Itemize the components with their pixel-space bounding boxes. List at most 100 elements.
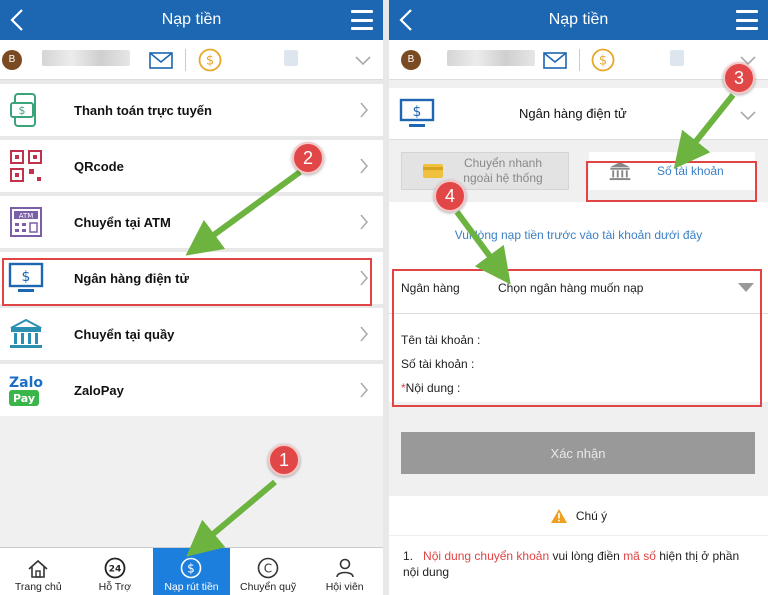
page-title: Nạp tiền: [548, 11, 609, 28]
chevron-right-icon: [360, 214, 368, 230]
transfer-fund-icon: C: [257, 557, 279, 579]
hamburger-menu-icon[interactable]: [736, 10, 758, 30]
menu-item-label: Ngân hàng điện tử: [74, 270, 189, 286]
user-bar: B $: [0, 40, 383, 80]
menu-item-ebanking[interactable]: $ Ngân hàng điện tử: [0, 252, 383, 304]
nav-label: Nạp rút tiền: [164, 581, 219, 593]
home-icon: [28, 559, 48, 578]
left-header: Nạp tiền: [0, 0, 383, 40]
nav-label: Trang chủ: [14, 581, 62, 593]
confirm-button[interactable]: Xác nhận: [401, 432, 755, 474]
chevron-right-icon: [360, 326, 368, 342]
bank-select[interactable]: Ngân hàng Chọn ngân hàng muốn nạp: [389, 262, 768, 314]
right-header: Nạp tiền: [389, 0, 768, 40]
confirm-area: Xác nhận: [389, 402, 768, 496]
account-number-tab[interactable]: Số tài khoản: [589, 152, 755, 190]
zalopay-logo-icon: Zalo Pay: [8, 372, 44, 408]
svg-text:C: C: [264, 562, 272, 576]
nav-item-home[interactable]: Trang chủ: [0, 548, 77, 595]
bank-form: Ngân hàng Chọn ngân hàng muốn nạp Tên tà…: [389, 262, 768, 402]
menu-item-label: Chuyển tại quầy: [74, 326, 175, 342]
back-icon[interactable]: [6, 6, 30, 34]
card-icon: [423, 164, 443, 178]
account-number-label: Số tài khoản: [657, 164, 724, 178]
chevron-right-icon: [360, 158, 368, 174]
nav-item-support[interactable]: 24 Hỗ Trợ: [77, 548, 154, 595]
fast-transfer-label: Chuyển nhanh ngoài hệ thống: [463, 156, 543, 185]
avatar[interactable]: B: [2, 49, 22, 70]
svg-text:$: $: [599, 54, 607, 69]
account-name-field: Tên tài khoản :: [401, 333, 481, 347]
nav-item-deposit[interactable]: $ Nạp rút tiền: [153, 548, 230, 595]
nav-label: Chuyển quỹ: [240, 581, 297, 593]
bank-building-icon: [8, 316, 44, 352]
menu-item-label: Chuyển tại ATM: [74, 214, 171, 230]
account-number-field: Số tài khoản :: [401, 357, 475, 371]
step-badge-1: 1: [268, 444, 300, 476]
svg-text:$: $: [22, 269, 31, 285]
left-screen: Nạp tiền B $ $ Thanh toán trực tuyến QRc…: [0, 0, 383, 595]
step-badge-2: 2: [292, 142, 324, 174]
note-body: 1. Nội dung chuyển khoản vui lòng điền m…: [389, 536, 768, 595]
support-24-icon: 24: [104, 557, 126, 579]
ebank-monitor-icon: $: [399, 98, 435, 127]
qrcode-icon: [8, 148, 44, 184]
coin-icon[interactable]: $: [591, 48, 615, 72]
bottom-nav: Trang chủ 24 Hỗ Trợ $ Nạp rút tiền C Chu…: [0, 547, 383, 595]
bank-placeholder: Chọn ngân hàng muốn nạp: [498, 280, 644, 295]
bank-label: Ngân hàng: [401, 280, 460, 295]
svg-text:24: 24: [109, 565, 122, 575]
online-payment-icon: $: [8, 92, 44, 128]
menu-item-counter-transfer[interactable]: Chuyển tại quầy: [0, 308, 383, 360]
chevron-right-icon: [360, 382, 368, 398]
chevron-down-icon[interactable]: [355, 54, 371, 66]
ebanking-section-header[interactable]: $ Ngân hàng điện tử: [389, 88, 768, 140]
step-badge-4: 4: [434, 180, 466, 212]
nav-item-transfer[interactable]: C Chuyển quỹ: [230, 548, 307, 595]
deposit-method-list: $ Thanh toán trực tuyến QRcode ATM Chuyể…: [0, 80, 383, 416]
page-title: Nạp tiền: [161, 11, 222, 28]
step-badge-3: 3: [723, 62, 755, 94]
svg-text:ATM: ATM: [19, 212, 34, 220]
menu-item-label: QRcode: [74, 158, 124, 174]
username-blurred: [447, 50, 535, 66]
hamburger-menu-icon[interactable]: [351, 10, 373, 30]
svg-text:$: $: [188, 562, 196, 576]
balance-blurred: [670, 50, 684, 66]
menu-item-label: ZaloPay: [74, 382, 124, 398]
avatar[interactable]: B: [401, 49, 421, 70]
svg-text:$: $: [206, 54, 214, 69]
deposit-coin-icon: $: [181, 557, 202, 579]
user-bar: B $: [389, 40, 768, 80]
menu-item-online-payment[interactable]: $ Thanh toán trực tuyến: [0, 84, 383, 136]
back-icon[interactable]: [395, 6, 419, 34]
member-icon: [335, 558, 354, 578]
svg-text:$: $: [19, 104, 26, 117]
fast-transfer-tab[interactable]: Chuyển nhanh ngoài hệ thống: [401, 152, 569, 190]
menu-item-qrcode[interactable]: QRcode: [0, 140, 383, 192]
svg-text:Pay: Pay: [13, 392, 35, 405]
coin-icon[interactable]: $: [198, 48, 222, 72]
menu-item-label: Thanh toán trực tuyến: [74, 102, 212, 118]
ebank-monitor-icon: $: [8, 260, 44, 296]
chevron-right-icon: [360, 270, 368, 286]
bank-building-icon: [609, 161, 631, 181]
chevron-down-icon: [740, 111, 756, 121]
warning-icon: [550, 508, 567, 523]
note-header: Chú ý: [389, 496, 768, 536]
atm-icon: ATM: [8, 204, 44, 240]
balance-blurred: [284, 50, 298, 66]
menu-item-zalopay[interactable]: Zalo Pay ZaloPay: [0, 364, 383, 416]
note-title: Chú ý: [575, 508, 608, 523]
menu-item-atm[interactable]: ATM Chuyển tại ATM: [0, 196, 383, 248]
username-blurred: [42, 50, 130, 66]
content-field: *Nội dung :: [401, 381, 461, 395]
right-screen: Nạp tiền B $ $ Ngân hàng điện tử Chuyển …: [389, 0, 768, 595]
nav-item-member[interactable]: Hội viên: [306, 548, 383, 595]
mail-icon[interactable]: [149, 52, 173, 69]
svg-text:$: $: [413, 104, 422, 120]
nav-label: Hỗ Trợ: [98, 581, 132, 593]
nav-label: Hội viên: [325, 581, 364, 593]
mail-icon[interactable]: [543, 52, 567, 69]
svg-text:Zalo: Zalo: [9, 375, 43, 391]
